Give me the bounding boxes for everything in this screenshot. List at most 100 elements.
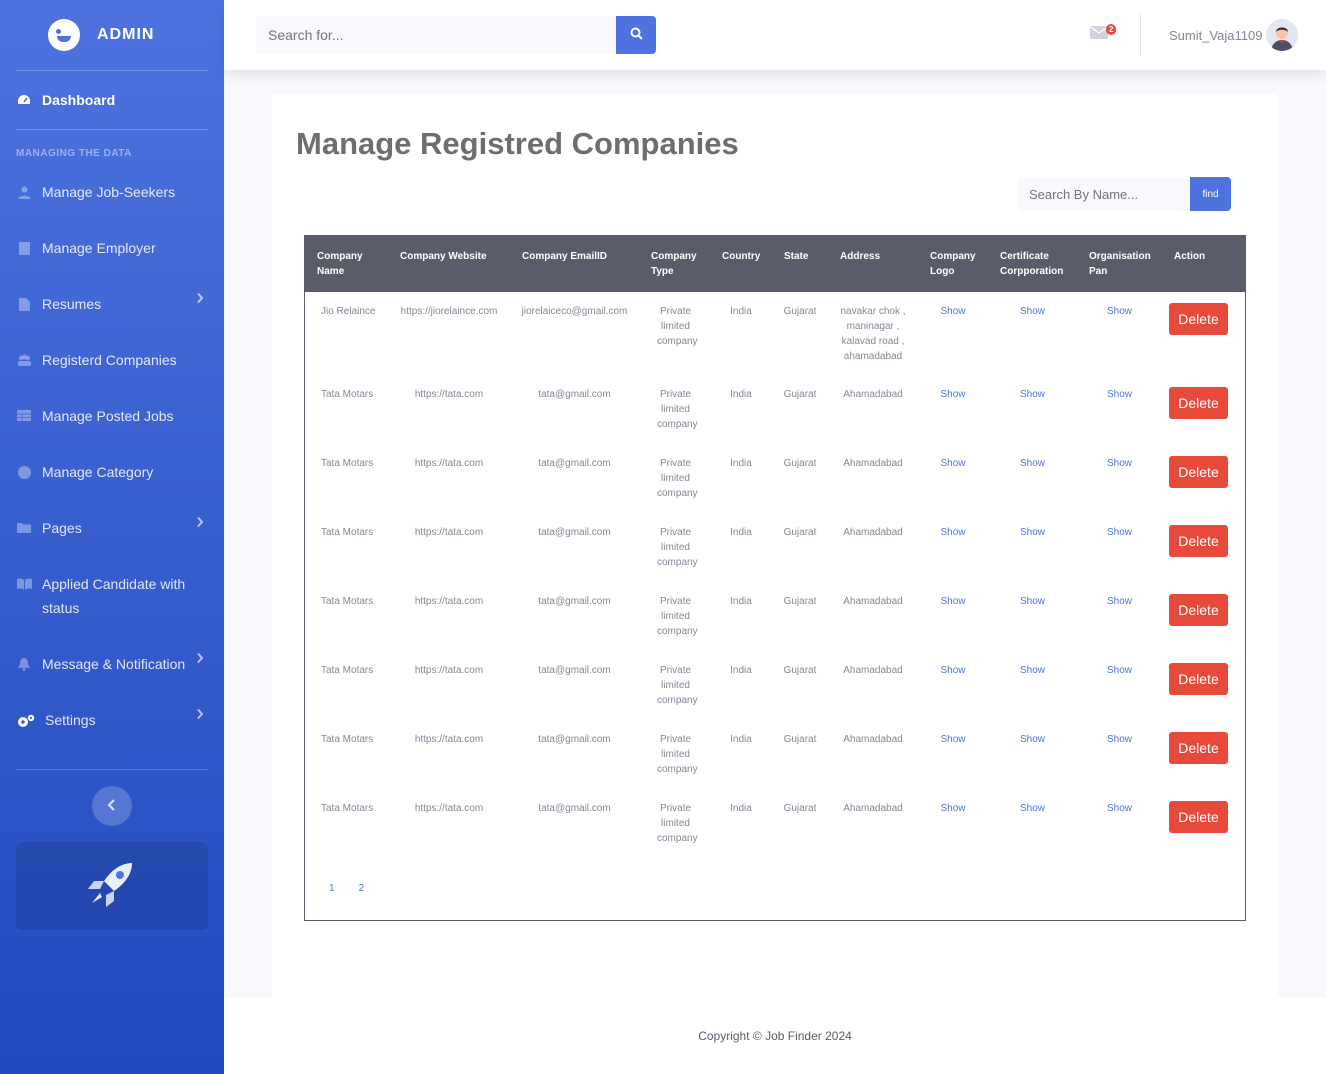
delete-button[interactable]: Delete bbox=[1169, 456, 1228, 488]
cell-website: https://tata.com bbox=[414, 527, 484, 538]
user-name[interactable]: Sumit_Vaja1109 bbox=[1169, 28, 1262, 43]
delete-button[interactable]: Delete bbox=[1169, 303, 1228, 335]
show-logo-link[interactable]: Show bbox=[918, 721, 988, 790]
cell-type: Private limited company bbox=[657, 803, 698, 844]
cell-country: India bbox=[730, 803, 752, 814]
show-logo-link[interactable]: Show bbox=[918, 583, 988, 652]
show-cert-link[interactable]: Show bbox=[988, 292, 1077, 376]
sidebar-item-manage-posted-jobs[interactable]: Manage Posted Jobs bbox=[0, 408, 224, 465]
show-cert-link[interactable]: Show bbox=[988, 376, 1077, 445]
delete-button[interactable]: Delete bbox=[1169, 387, 1228, 419]
show-cert-link[interactable]: Show bbox=[988, 790, 1077, 859]
cell-state: Gujarat bbox=[783, 803, 817, 814]
company-search-input[interactable] bbox=[1017, 177, 1190, 211]
show-pan-link[interactable]: Show bbox=[1077, 514, 1162, 583]
sidebar-item-label: Manage Category bbox=[42, 464, 154, 480]
delete-button[interactable]: Delete bbox=[1169, 801, 1228, 833]
show-cert-link[interactable]: Show bbox=[988, 514, 1077, 583]
folder-icon bbox=[16, 522, 32, 536]
companies-table-container: Company Name Company Website Company Email… bbox=[304, 235, 1246, 921]
cell-address: Ahamadabad bbox=[843, 596, 903, 607]
chevron-right-icon bbox=[196, 292, 204, 307]
cell-country: India bbox=[730, 458, 752, 469]
avatar[interactable] bbox=[1266, 19, 1298, 51]
show-logo-link[interactable]: Show bbox=[918, 652, 988, 721]
sidebar-item-dashboard[interactable]: Dashboard bbox=[0, 71, 224, 129]
show-logo-link[interactable]: Show bbox=[918, 514, 988, 583]
cell-type: Private limited company bbox=[657, 734, 698, 775]
sidebar-item-resumes[interactable]: Resumes bbox=[0, 292, 224, 353]
show-pan-link[interactable]: Show bbox=[1077, 445, 1162, 514]
globe-icon bbox=[16, 466, 32, 480]
cell-email: tata@gmail.com bbox=[538, 458, 611, 469]
table-row: Tata Motars https://tata.com tata@gmail.co… bbox=[305, 652, 1245, 721]
cell-address: Ahamadabad bbox=[843, 389, 903, 400]
cell-website: https://tata.com bbox=[414, 803, 484, 814]
show-logo-link[interactable]: Show bbox=[918, 790, 988, 859]
sidebar-item-manage-employer[interactable]: Manage Employer bbox=[0, 240, 224, 297]
brand-text: ADMIN bbox=[97, 26, 155, 43]
cell-country: India bbox=[730, 306, 752, 317]
show-pan-link[interactable]: Show bbox=[1077, 721, 1162, 790]
column-header: Company Name bbox=[305, 236, 388, 292]
cell-country: India bbox=[730, 389, 752, 400]
cell-email: tata@gmail.com bbox=[538, 389, 611, 400]
delete-button[interactable]: Delete bbox=[1169, 594, 1228, 626]
table-row: Tata Motars https://tata.com tata@gmail.co… bbox=[305, 721, 1245, 790]
topbar: 2 Sumit_Vaja1109 bbox=[224, 0, 1326, 70]
cell-action: Delete bbox=[1162, 652, 1245, 721]
table-row: Jio Relaince https://jiorelaince.com jiore… bbox=[305, 292, 1245, 376]
show-logo-link[interactable]: Show bbox=[918, 376, 988, 445]
search-button[interactable] bbox=[616, 16, 656, 54]
show-pan-link[interactable]: Show bbox=[1077, 790, 1162, 859]
cell-action: Delete bbox=[1162, 583, 1245, 652]
show-pan-link[interactable]: Show bbox=[1077, 292, 1162, 376]
sidebar-item-pages[interactable]: Pages bbox=[0, 516, 224, 577]
sidebar-item-registerd-companies[interactable]: Registerd Companies bbox=[0, 352, 224, 409]
chevron-left-icon bbox=[107, 798, 117, 814]
cell-website: https://tata.com bbox=[414, 734, 484, 745]
sidebar-item-applied-candidate-with-status[interactable]: Applied Candidate with status bbox=[0, 576, 224, 657]
sidebar-item-label: Manage Posted Jobs bbox=[42, 408, 174, 424]
sidebar-item-manage-job-seekers[interactable]: Manage Job-Seekers bbox=[0, 184, 224, 241]
cell-name: Tata Motars bbox=[321, 734, 374, 745]
topbar-divider bbox=[1140, 14, 1141, 56]
show-cert-link[interactable]: Show bbox=[988, 721, 1077, 790]
cogs-icon bbox=[16, 714, 36, 728]
cell-state: Gujarat bbox=[783, 665, 817, 676]
find-button[interactable]: find bbox=[1190, 177, 1231, 211]
show-logo-link[interactable]: Show bbox=[918, 292, 988, 376]
sidebar-item-settings[interactable]: Settings bbox=[0, 708, 224, 769]
delete-button[interactable]: Delete bbox=[1169, 525, 1228, 557]
delete-button[interactable]: Delete bbox=[1169, 663, 1228, 695]
show-pan-link[interactable]: Show bbox=[1077, 583, 1162, 652]
page-link[interactable]: 2 bbox=[359, 883, 365, 894]
show-cert-link[interactable]: Show bbox=[988, 652, 1077, 721]
sidebar-item-label: Manage Job-Seekers bbox=[42, 184, 176, 200]
cell-state: Gujarat bbox=[783, 596, 817, 607]
table-header-row: Company Name Company Website Company Email… bbox=[305, 236, 1245, 292]
sidebar-item-message-notification[interactable]: Message & Notification bbox=[0, 652, 224, 713]
sidebar-item-manage-category[interactable]: Manage Category bbox=[0, 464, 224, 521]
sidebar-item-label: Pages bbox=[42, 520, 82, 536]
chevron-right-icon bbox=[196, 708, 204, 723]
delete-button[interactable]: Delete bbox=[1169, 732, 1228, 764]
cell-address: Ahamadabad bbox=[843, 527, 903, 538]
search-input[interactable] bbox=[256, 16, 616, 54]
cell-name: Jio Relaince bbox=[321, 306, 376, 317]
sidebar-divider bbox=[16, 769, 208, 770]
sidebar-brand[interactable]: ADMIN bbox=[0, 0, 224, 70]
cell-email: jiorelaiceco@gmail.com bbox=[521, 306, 628, 317]
sidebar-item-label: Settings bbox=[45, 712, 96, 728]
sidebar-toggle-button[interactable] bbox=[92, 786, 132, 826]
column-header: Action bbox=[1162, 236, 1245, 292]
show-cert-link[interactable]: Show bbox=[988, 583, 1077, 652]
show-logo-link[interactable]: Show bbox=[918, 445, 988, 514]
show-pan-link[interactable]: Show bbox=[1077, 376, 1162, 445]
page-link[interactable]: 1 bbox=[329, 883, 335, 894]
show-cert-link[interactable]: Show bbox=[988, 445, 1077, 514]
cell-name: Tata Motars bbox=[321, 527, 374, 538]
cell-website: https://tata.com bbox=[414, 458, 484, 469]
sidebar-item-label: Dashboard bbox=[42, 92, 116, 108]
show-pan-link[interactable]: Show bbox=[1077, 652, 1162, 721]
